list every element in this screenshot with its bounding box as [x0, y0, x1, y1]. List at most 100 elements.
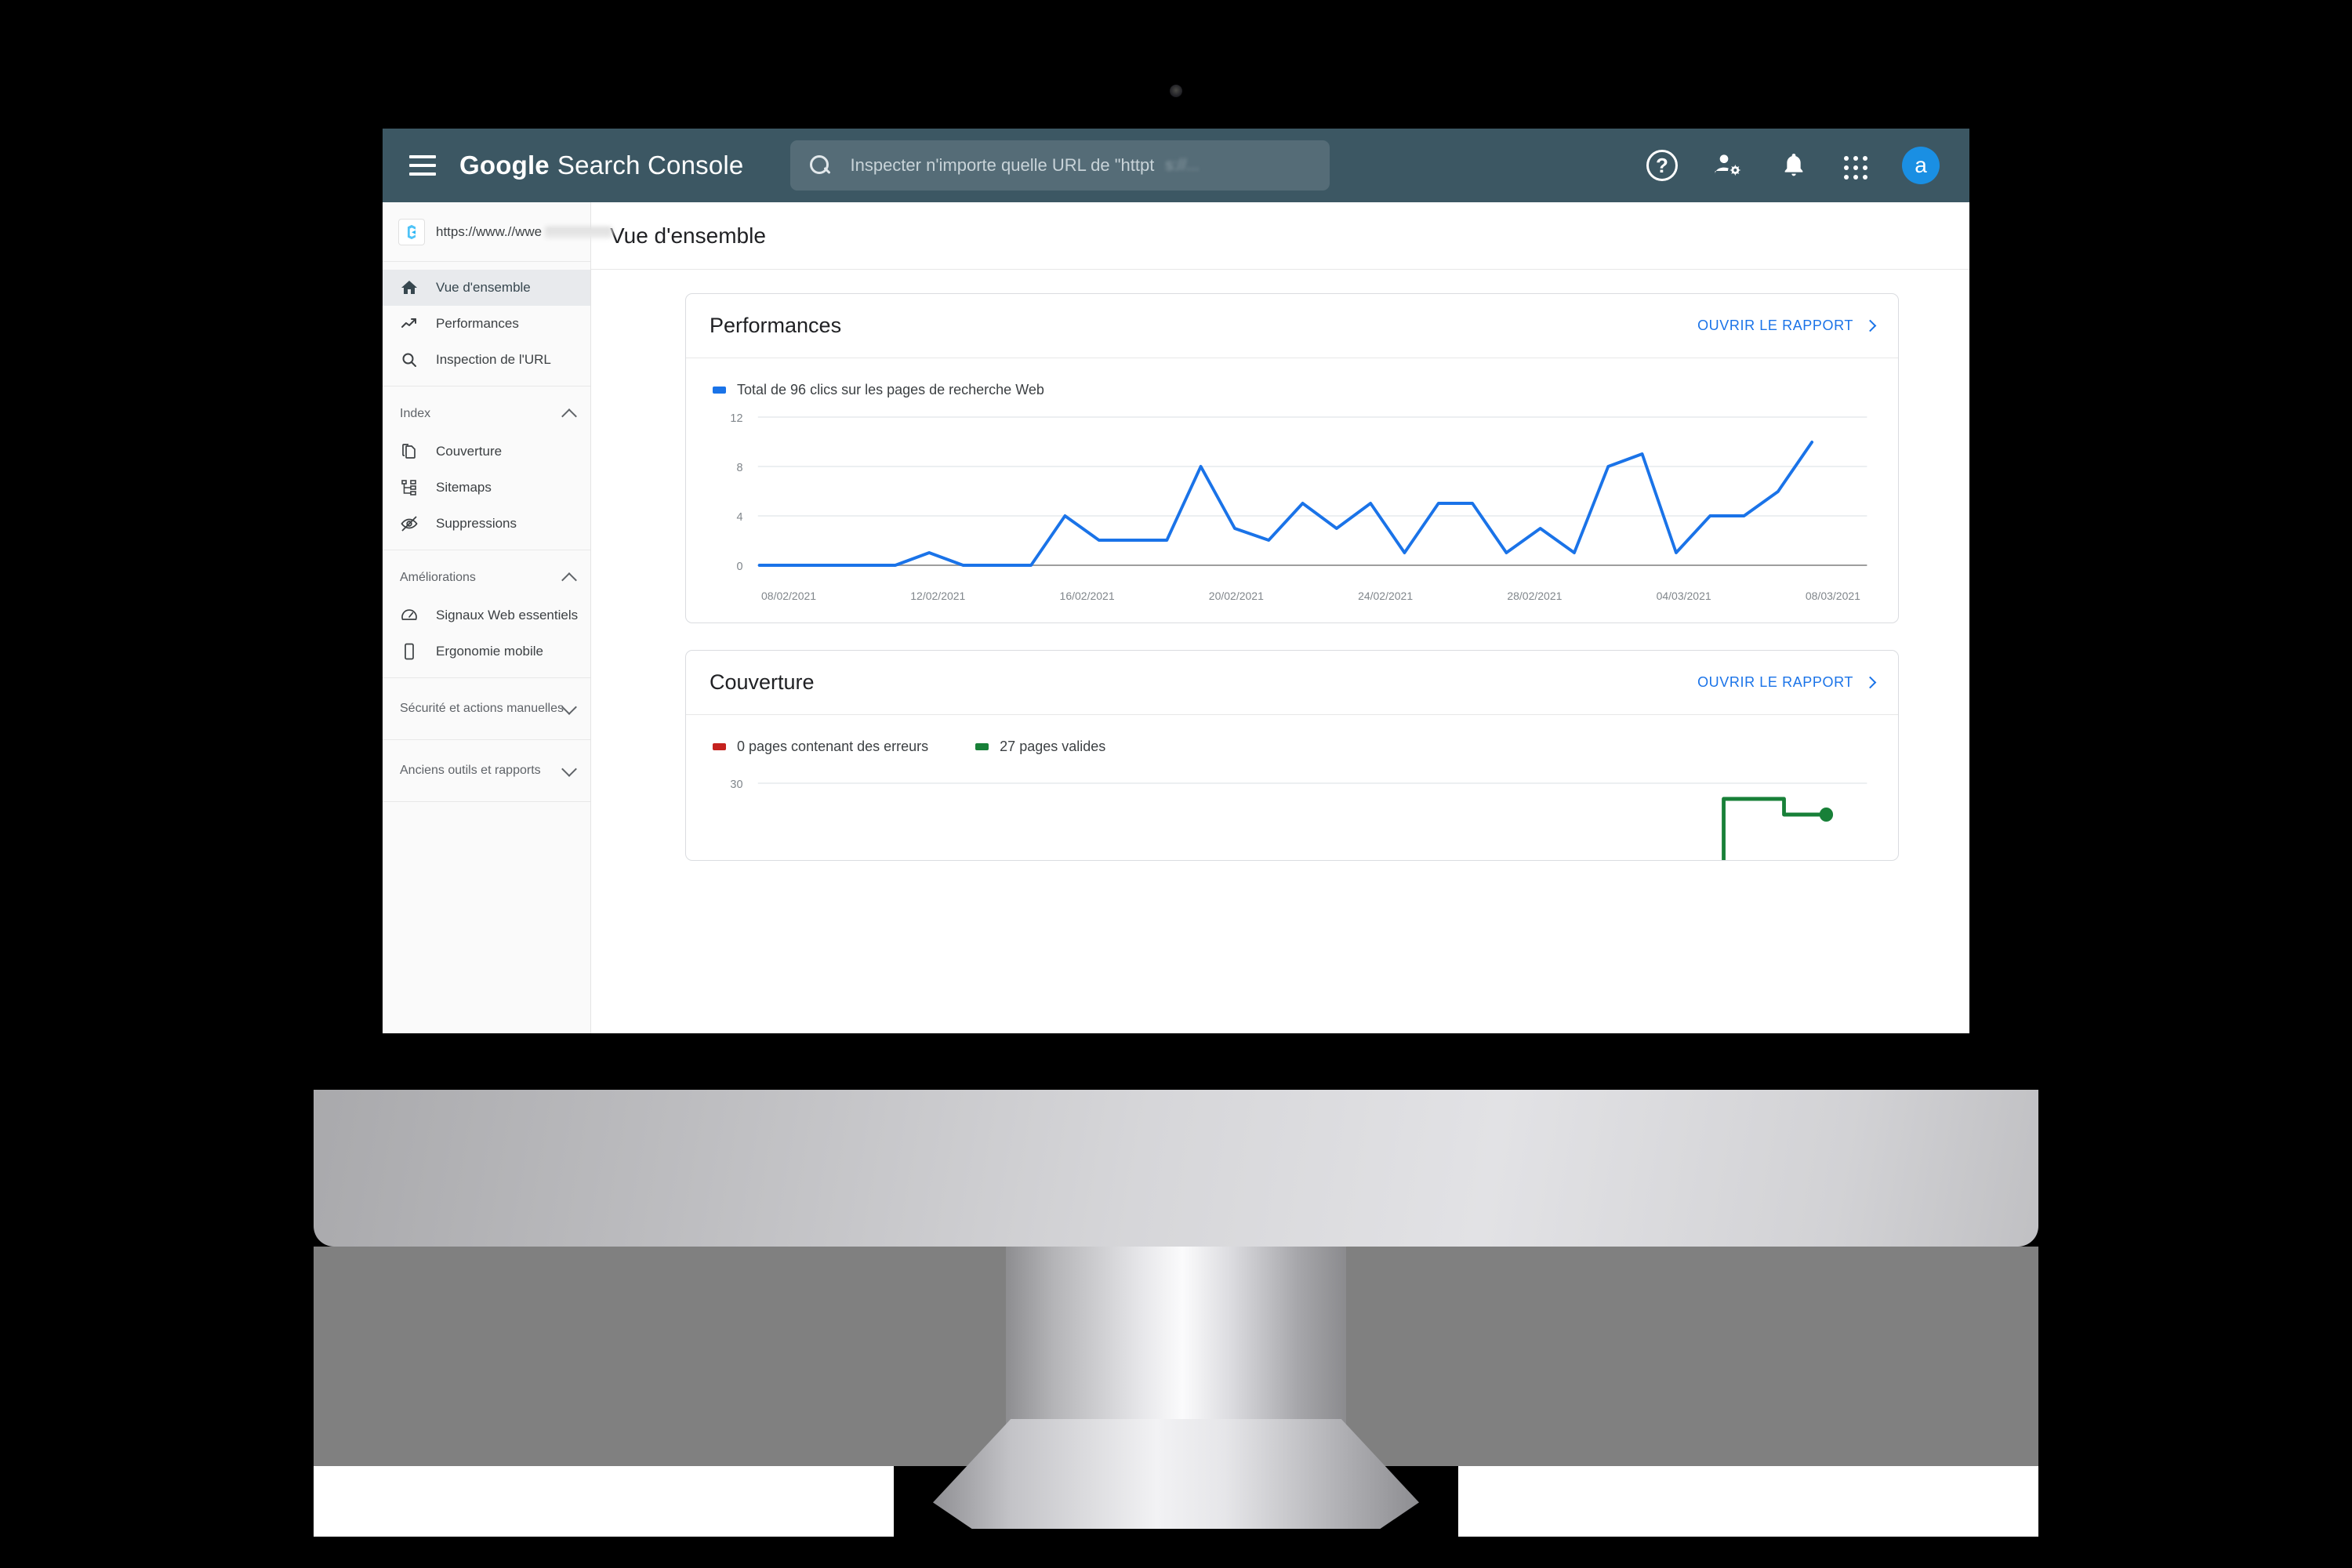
x-tick-label: 08/03/2021 — [1805, 590, 1860, 602]
performance-x-axis: 08/02/2021 12/02/2021 16/02/2021 20/02/2… — [713, 582, 1875, 602]
sidebar-section-legacy-tools: Anciens outils et rapports — [383, 740, 590, 802]
app-header-actions: ? a — [1646, 147, 1943, 184]
sidebar-section-security: Sécurité et actions manuelles — [383, 678, 590, 740]
legend-label: Total de 96 clics sur les pages de reche… — [737, 382, 1044, 397]
sidebar-primary-group: Vue d'ensemble Performances Inspection d… — [383, 262, 590, 387]
sidebar-item-label: Inspection de l'URL — [436, 352, 551, 367]
sidebar-item-performance[interactable]: Performances — [383, 306, 590, 342]
sidebar-group-index: Index Couverture Sitemaps Suppressions — [383, 387, 590, 550]
svg-text:12: 12 — [730, 412, 742, 425]
sidebar-item-label: Couverture — [436, 444, 503, 459]
notifications-bell-icon[interactable] — [1778, 150, 1809, 181]
mobile-phone-icon — [400, 642, 420, 661]
background-wall-right — [1346, 1247, 2038, 1466]
sidebar-group-title: Anciens outils et rapports — [400, 764, 541, 777]
sidebar-item-removals[interactable]: Suppressions — [383, 506, 590, 542]
imac-camera-icon — [1170, 85, 1182, 97]
coverage-line-chart: 30 — [730, 779, 1867, 860]
sidebar-group-title: Sécurité et actions manuelles — [400, 702, 564, 715]
card-title: Couverture — [710, 670, 815, 694]
open-report-label: OUVRIR LE RAPPORT — [1697, 674, 1853, 690]
desk-surface-left — [314, 1466, 894, 1537]
x-tick-label: 04/03/2021 — [1656, 590, 1711, 602]
chevron-right-icon — [1864, 319, 1877, 332]
report-cards: Performances OUVRIR LE RAPPORT Total de … — [591, 270, 1969, 861]
screen-viewport: Google Search Console Inspecter n'importe… — [383, 129, 1969, 1033]
apps-grid-icon[interactable] — [1844, 155, 1867, 180]
page-title: Vue d'ensemble — [610, 223, 766, 248]
coverage-card-header: Couverture OUVRIR LE RAPPORT — [686, 651, 1898, 715]
sidebar-group-header-legacy-tools[interactable]: Anciens outils et rapports — [383, 751, 590, 790]
chevron-up-icon — [561, 408, 577, 424]
sidebar-group-header-security[interactable]: Sécurité et actions manuelles — [383, 689, 590, 728]
property-url-redacted — [545, 226, 613, 238]
legend-swatch-valid — [975, 743, 989, 750]
property-url-text: https://www.//wwe — [436, 223, 543, 239]
legend-label: 27 pages valides — [1000, 739, 1106, 754]
legend-item-clicks: Total de 96 clics sur les pages de reche… — [713, 382, 1044, 398]
sidebar-item-overview[interactable]: Vue d'ensemble — [383, 270, 590, 306]
sidebar-group-header-enhancements[interactable]: Améliorations — [383, 558, 590, 597]
main-content: Vue d'ensemble Performances OUVRIR LE RA… — [591, 202, 1969, 1033]
sidebar-item-core-web-vitals[interactable]: Signaux Web essentiels — [383, 597, 590, 633]
performance-legend: Total de 96 clics sur les pages de reche… — [686, 358, 1898, 398]
performance-card-header: Performances OUVRIR LE RAPPORT — [686, 294, 1898, 358]
sidebar-item-coverage[interactable]: Couverture — [383, 434, 590, 470]
sidebar-item-label: Vue d'ensemble — [436, 280, 531, 295]
brand-google: Google — [459, 151, 550, 180]
sidebar-group-title: Améliorations — [400, 571, 476, 584]
open-report-link-coverage[interactable]: OUVRIR LE RAPPORT — [1697, 674, 1877, 691]
desk-surface-right — [1458, 1466, 2038, 1537]
legend-swatch-clicks — [713, 387, 726, 394]
product-brand-title: Google Search Console — [459, 151, 743, 180]
chevron-up-icon — [561, 572, 577, 588]
x-tick-label: 12/02/2021 — [910, 590, 966, 602]
sidebar-item-url-inspection[interactable]: Inspection de l'URL — [383, 342, 590, 378]
app-body: https://www.//wwe Vue d'ensemble Perform… — [383, 202, 1969, 1033]
imac-bottom-bezel:  — [314, 1090, 2038, 1247]
search-icon — [809, 154, 831, 176]
open-report-link-performance[interactable]: OUVRIR LE RAPPORT — [1697, 318, 1877, 334]
sidebar-group-header-index[interactable]: Index — [383, 394, 590, 434]
sidebar-item-label: Performances — [436, 316, 519, 331]
home-icon — [400, 278, 420, 297]
legend-item-errors: 0 pages contenant des erreurs — [713, 739, 928, 755]
sitemap-icon — [400, 478, 420, 497]
sidebar-item-label: Sitemaps — [436, 480, 492, 495]
legend-label: 0 pages contenant des erreurs — [737, 739, 929, 754]
background-wall-left — [314, 1247, 1006, 1466]
property-logo-c-icon — [398, 218, 425, 245]
svg-text:0: 0 — [736, 561, 742, 573]
page-header: Vue d'ensemble — [591, 202, 1969, 270]
x-tick-label: 28/02/2021 — [1507, 590, 1563, 602]
sidebar-item-label: Suppressions — [436, 516, 517, 531]
chevron-down-icon — [561, 761, 577, 777]
search-icon — [400, 350, 420, 369]
sidebar-item-mobile-usability[interactable]: Ergonomie mobile — [383, 633, 590, 670]
svg-text:30: 30 — [730, 779, 742, 791]
search-placeholder: Inspecter n'importe quelle URL de "httpt — [850, 155, 1155, 175]
user-settings-icon[interactable] — [1712, 150, 1744, 181]
property-selector[interactable]: https://www.//wwe — [383, 202, 626, 262]
chevron-right-icon — [1864, 676, 1877, 689]
brand-search-console: Search Console — [557, 151, 744, 180]
chevron-down-icon — [561, 699, 577, 715]
speedometer-icon — [400, 606, 420, 625]
app-header-bar: Google Search Console Inspecter n'importe… — [383, 129, 1969, 202]
hamburger-menu-icon[interactable] — [409, 155, 436, 176]
card-title: Performances — [710, 314, 842, 337]
property-url: https://www.//wwe — [436, 223, 613, 240]
coverage-legend: 0 pages contenant des erreurs 27 pages v… — [686, 715, 1898, 755]
help-icon[interactable]: ? — [1646, 150, 1678, 181]
sidebar-item-sitemaps[interactable]: Sitemaps — [383, 470, 590, 506]
coverage-chart: 30 — [686, 755, 1898, 860]
avatar[interactable]: a — [1902, 147, 1940, 184]
x-tick-label: 08/02/2021 — [761, 590, 817, 602]
x-tick-label: 20/02/2021 — [1208, 590, 1264, 602]
performance-card: Performances OUVRIR LE RAPPORT Total de … — [685, 293, 1899, 623]
trending-up-icon — [400, 314, 420, 333]
url-inspection-search-input[interactable]: Inspecter n'importe quelle URL de "httpt… — [790, 140, 1330, 191]
svg-text:8: 8 — [736, 462, 742, 474]
sidebar-item-label: Ergonomie mobile — [436, 644, 544, 659]
x-tick-label: 24/02/2021 — [1358, 590, 1414, 602]
